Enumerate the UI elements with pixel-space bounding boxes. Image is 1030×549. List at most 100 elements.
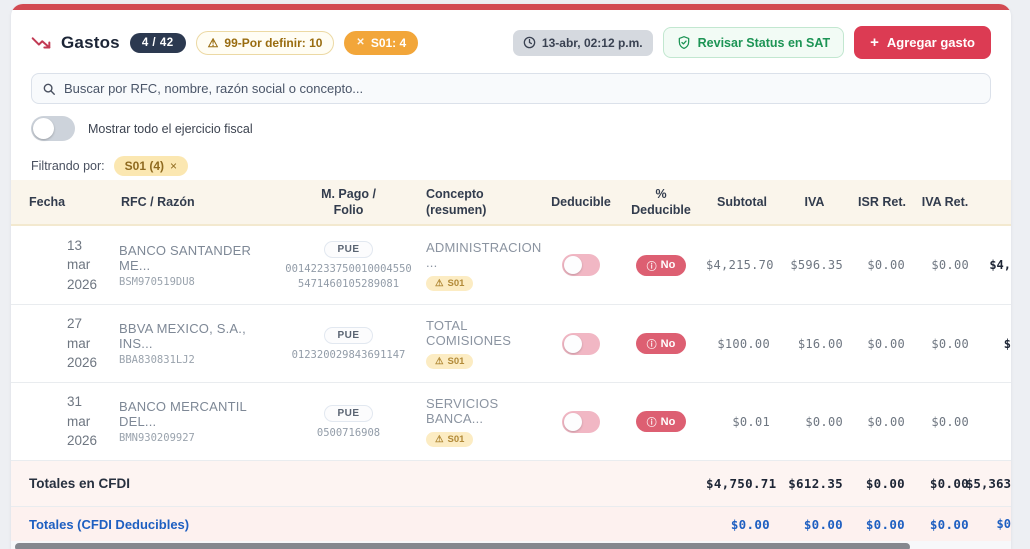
cell-iva-ret: $0.00 [913,337,977,351]
deducible-toggle[interactable] [562,254,600,276]
col-header-pct-deducible: % Deducible [616,186,706,219]
deducible-toggle[interactable] [562,411,600,433]
shield-check-icon [677,35,691,50]
cell-iva: $0.00 [778,415,851,429]
fiscal-year-toggle[interactable] [31,116,75,141]
agregar-gasto-button[interactable]: + Agregar gasto [854,26,991,59]
pct-deducible-badge: ⓘNo [636,411,687,432]
deducibles-iva-ret: $0.00 [913,517,977,532]
info-icon: ⓘ [647,258,657,273]
totals-cfdi-row: Totales en CFDI $4,750.71 $612.35 $0.00 … [11,460,1011,506]
col-header-isr-ret: ISR Ret. [851,194,913,210]
toggle-knob [564,256,582,274]
col-header-rfc-razon: RFC / Razón [111,194,281,210]
cell-rfc-razon: BBVA MEXICO, S.A., INS... BBA830831LJ2 [111,321,281,366]
col-header-deducible: Deducible [546,194,616,210]
warning-icon: ⚠ [435,356,444,367]
cell-pct-deducible: ⓘNo [616,255,706,276]
page-title: Gastos [61,33,120,53]
expense-row[interactable]: 13mar2026 BANCO SANTANDER ME... BSM97051… [11,226,1011,304]
warning-icon: ⚠ [435,278,444,289]
totals-subtotal: $4,750.71 [706,476,778,491]
active-filter-chip-s01[interactable]: S01 (4) × [114,156,188,176]
filtering-by-label: Filtrando por: [31,159,105,173]
expense-row[interactable]: 27mar2026 BBVA MEXICO, S.A., INS... BBA8… [11,304,1011,382]
col-header-iva: IVA [778,194,851,210]
s01-tag-badge: ⚠S01 [426,432,473,447]
totals-cfdi-label: Totales en CFDI [11,476,706,491]
cell-subtotal: $0.01 [706,415,778,429]
cell-iva: $596.35 [778,258,851,272]
cell-fecha: 13mar2026 [11,236,111,295]
filter-chip-por-definir[interactable]: ⚠ 99-Por definir: 10 [196,31,335,55]
expense-row[interactable]: 31mar2026 BANCO MERCANTIL DEL... BMN9302… [11,382,1011,460]
totals-iva: $612.35 [778,476,851,491]
cell-mpago-folio: PUE 001422337500100045505471460105289081 [281,239,416,290]
cell-mpago-folio: PUE 012320029843691147 [281,325,416,362]
cell-pct-deducible: ⓘNo [616,411,706,432]
last-update-timestamp: 13-abr, 02:12 p.m. [513,30,653,56]
filter-chip-s01[interactable]: ✕ S01: 4 [344,31,418,55]
clock-icon [523,36,536,49]
search-bar [31,73,991,104]
totals-deducibles-row: Totales (CFDI Deducibles) $0.00 $0.00 $0… [11,506,1011,541]
cell-deducible [546,254,616,276]
deducible-toggle[interactable] [562,333,600,355]
cell-concepto: SERVICIOS BANCA... ⚠S01 [416,396,546,447]
cell-rfc-razon: BANCO SANTANDER ME... BSM970519DU8 [111,243,281,288]
cell-mpago-folio: PUE 0500716908 [281,403,416,440]
info-icon: ⓘ [647,336,657,351]
cell-deducible [546,411,616,433]
warning-icon: ⚠ [435,434,444,445]
cell-fecha: 27mar2026 [11,314,111,373]
cell-isr-ret: $0.00 [851,337,913,351]
table-header-row: Fecha RFC / Razón M. Pago / Folio Concep… [11,180,1011,226]
toggle-knob [33,118,54,139]
pct-deducible-badge: ⓘNo [636,333,687,354]
revisar-sat-button[interactable]: Revisar Status en SAT [663,27,844,58]
col-header-mpago-folio: M. Pago / Folio [281,186,416,219]
col-header-iva-ret: IVA Ret. [913,194,977,210]
toggle-knob [564,335,582,353]
s01-tag-badge: ⚠S01 [426,276,473,291]
totals-deducibles-label: Totales (CFDI Deducibles) [11,517,706,532]
plus-icon: + [870,34,879,51]
scrollbar-thumb[interactable] [15,543,910,549]
cell-concepto: ADMINISTRACION ... ⚠S01 [416,240,546,291]
pct-deducible-badge: ⓘNo [636,255,687,276]
col-header-fecha: Fecha [11,194,111,210]
col-header-subtotal: Subtotal [706,194,778,210]
cell-total-clipped: $4, [977,258,1011,272]
cell-isr-ret: $0.00 [851,415,913,429]
fiscal-toggle-row: Mostrar todo el ejercicio fiscal [31,116,991,141]
s01-tag-badge: ⚠S01 [426,354,473,369]
deducibles-subtotal: $0.00 [706,517,778,532]
fiscal-toggle-label: Mostrar todo el ejercicio fiscal [88,122,253,136]
cell-iva-ret: $0.00 [913,258,977,272]
deducibles-iva: $0.00 [778,517,851,532]
payment-method-badge: PUE [324,327,372,344]
cell-isr-ret: $0.00 [851,258,913,272]
payment-method-badge: PUE [324,241,372,258]
search-icon [42,82,56,96]
toggle-knob [564,413,582,431]
deducibles-total-clipped: $0 [977,517,1011,531]
trending-down-icon [31,35,51,50]
search-input[interactable] [64,81,980,96]
cell-iva-ret: $0.00 [913,415,977,429]
cell-iva: $16.00 [778,337,851,351]
info-icon: ⓘ [647,414,657,429]
cell-subtotal: $4,215.70 [706,258,778,272]
gastos-panel: Gastos 4 / 42 ⚠ 99-Por definir: 10 ✕ S01… [11,4,1011,549]
remove-filter-icon: × [170,159,177,173]
panel-header: Gastos 4 / 42 ⚠ 99-Por definir: 10 ✕ S01… [11,10,1011,63]
cell-subtotal: $100.00 [706,337,778,351]
close-icon: ✕ [356,37,364,48]
totals-isr-ret: $0.00 [851,476,913,491]
cell-pct-deducible: ⓘNo [616,333,706,354]
cell-concepto: TOTAL COMISIONES ⚠S01 [416,318,546,369]
warning-icon: ⚠ [208,37,219,49]
col-header-concepto: Concepto (resumen) [416,186,546,219]
payment-method-badge: PUE [324,405,372,422]
totals-total-clipped: $5,363 [977,476,1011,491]
